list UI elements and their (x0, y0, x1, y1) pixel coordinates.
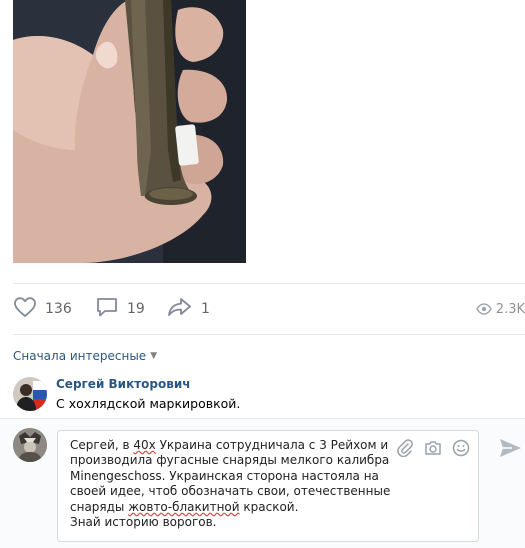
reply-text: Сергей, в 40х Украина сотрудничала с 3 Р… (70, 438, 395, 530)
comments-count: 19 (127, 301, 145, 317)
reply-attach-tools (396, 439, 470, 457)
reply-text-misspelled: 40х (133, 438, 156, 452)
comments-sort-dropdown[interactable]: Сначала интересные ▼ (13, 349, 157, 363)
heart-icon (13, 296, 37, 322)
reply-input[interactable]: Сергей, в 40х Украина сотрудничала с 3 Р… (57, 430, 479, 542)
camera-icon[interactable] (424, 439, 442, 457)
paperclip-icon[interactable] (396, 439, 414, 457)
comments-sort-label: Сначала интересные (13, 349, 147, 363)
reply-text-part: Сергей, в (70, 438, 134, 452)
likes-count: 136 (45, 301, 72, 317)
send-button[interactable] (498, 437, 522, 459)
comment-author-name[interactable]: Сергей Викторович (56, 377, 191, 391)
reply-text-misspelled: жовто-блакитной (128, 499, 240, 514)
send-icon (498, 439, 522, 463)
current-user-avatar[interactable] (13, 428, 47, 462)
shares-count: 1 (201, 301, 210, 317)
views-counter: 2.3K (475, 295, 525, 323)
comment-bubble-icon (95, 296, 119, 322)
like-button[interactable]: 136 (13, 295, 72, 323)
divider-top (13, 283, 525, 284)
views-count: 2.3K (495, 301, 525, 317)
comment-button[interactable]: 19 (95, 295, 145, 323)
eye-icon (475, 300, 492, 319)
share-button[interactable]: 1 (167, 295, 210, 323)
divider-actions (13, 334, 525, 335)
post-actions: 136 19 1 2.3K (13, 295, 525, 323)
post-photo[interactable] (13, 0, 246, 263)
share-arrow-icon (167, 296, 193, 322)
comment-text: С хохлядской маркировкой. (56, 396, 241, 411)
smile-icon[interactable] (452, 439, 470, 457)
comment-author-avatar[interactable] (13, 377, 47, 411)
chevron-down-icon: ▼ (150, 351, 158, 361)
